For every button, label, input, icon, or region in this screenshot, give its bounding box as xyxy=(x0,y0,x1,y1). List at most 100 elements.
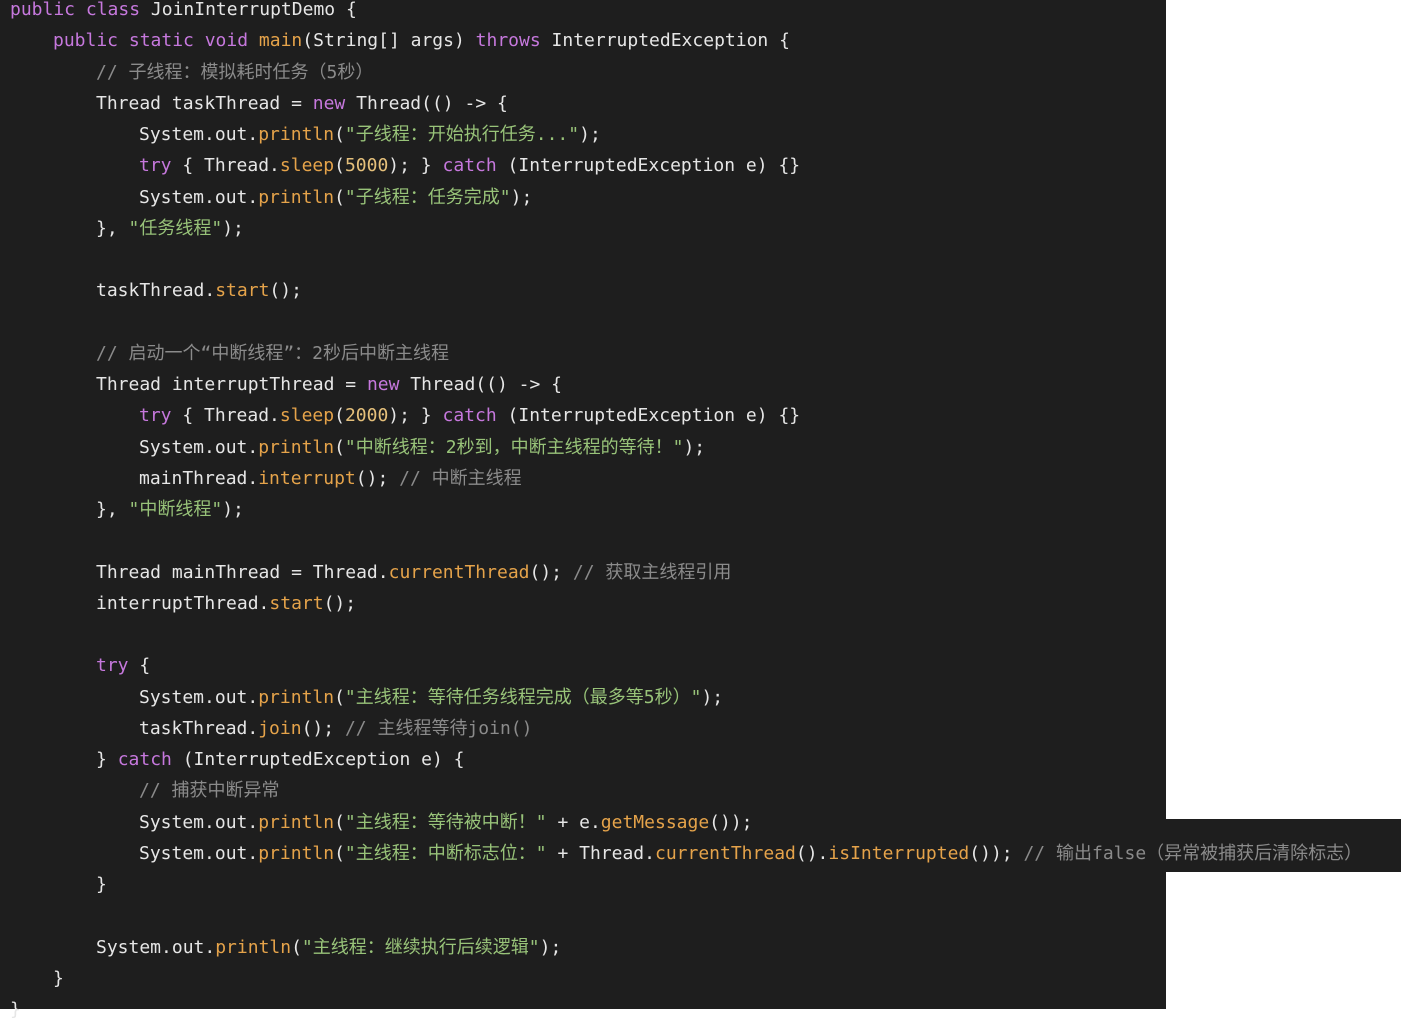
code-token: ( xyxy=(334,405,345,427)
code-token: { Thread. xyxy=(182,405,280,427)
code-line: } catch (InterruptedException e) { xyxy=(96,744,464,775)
code-token: (). xyxy=(795,842,829,864)
code-token: new xyxy=(366,374,411,395)
code-token: isInterrupted xyxy=(828,842,970,864)
code-line: System.out.println("主线程：继续执行后续逻辑"); xyxy=(96,932,561,963)
code-token: println xyxy=(258,842,335,864)
code-line: }, "中断线程"); xyxy=(96,494,244,525)
code-token: ()); xyxy=(709,811,753,833)
code-line: try { xyxy=(96,650,150,681)
code-token: } xyxy=(10,999,21,1020)
code-token: catch xyxy=(442,155,508,177)
code-token: taskThread. xyxy=(139,717,259,739)
code-token: + e. xyxy=(546,811,601,833)
code-line: taskThread.join(); // 主线程等待join() xyxy=(139,713,532,744)
code-token: start xyxy=(215,280,270,302)
code-token: // 捕获中断异常 xyxy=(139,780,280,802)
code-token: } xyxy=(96,874,107,895)
code-line: System.out.println("主线程：等待任务线程完成（最多等5秒）"… xyxy=(139,682,723,713)
code-token: println xyxy=(258,124,335,145)
code-token: // 主线程等待join() xyxy=(344,717,533,739)
code-token: ); xyxy=(579,124,601,145)
code-line: System.out.println("中断线程：2秒到，中断主线程的等待！")… xyxy=(139,432,705,463)
code-token: Thread mainThread = Thread. xyxy=(96,561,389,583)
code-token: getMessage xyxy=(600,811,710,833)
code-token: 2000 xyxy=(344,405,389,427)
code-line: } xyxy=(96,869,107,900)
code-token: ); xyxy=(222,499,244,520)
code-token: JoinInterruptDemo { xyxy=(150,0,357,20)
code-token: main xyxy=(258,30,303,52)
code-token: println xyxy=(258,436,335,458)
code-token: System.out. xyxy=(139,124,259,145)
code-token: try xyxy=(96,655,140,677)
code-token: "主线程：中断标志位：" xyxy=(344,842,547,864)
code-token: taskThread. xyxy=(96,280,216,302)
code-line: System.out.println("子线程：任务完成"); xyxy=(139,182,532,213)
code-token: catch xyxy=(117,749,183,770)
code-token: println xyxy=(258,686,335,708)
code-token: { xyxy=(139,655,151,677)
code-token: (); xyxy=(323,592,357,614)
code-token: join xyxy=(258,717,302,739)
code-token: "子线程：任务完成" xyxy=(344,186,511,208)
code-token: throws xyxy=(475,30,552,52)
code-token: println xyxy=(258,811,335,833)
code-token: "任务线程" xyxy=(128,217,223,239)
code-token: // 启动一个“中断线程”：2秒后中断主线程 xyxy=(96,342,450,364)
code-token: ); xyxy=(222,217,244,239)
code-token: { Thread. xyxy=(182,155,280,177)
code-token: ( xyxy=(334,686,345,708)
code-token: ( xyxy=(291,936,302,958)
code-block[interactable]: public class JoinInterruptDemo {public s… xyxy=(0,0,1408,1020)
code-token: InterruptedException { xyxy=(551,30,790,52)
code-line: Thread interruptThread = new Thread(() -… xyxy=(96,369,562,400)
code-token: ( xyxy=(334,842,345,864)
code-token: "主线程：继续执行后续逻辑" xyxy=(301,936,540,958)
code-line: mainThread.interrupt(); // 中断主线程 xyxy=(139,463,522,494)
code-token: ); xyxy=(539,936,562,958)
code-token: sleep xyxy=(279,405,335,427)
code-line: // 子线程：模拟耗时任务（5秒） xyxy=(96,57,373,88)
code-token: currentThread xyxy=(654,842,796,864)
code-line: try { Thread.sleep(5000); } catch (Inter… xyxy=(139,150,800,181)
code-token: "主线程：等待被中断！" xyxy=(344,811,547,833)
code-line: System.out.println("主线程：中断标志位：" + Thread… xyxy=(139,838,1362,869)
code-token: 5000 xyxy=(344,155,389,177)
code-token: public static void xyxy=(53,30,259,52)
code-token: // 输出false（异常被捕获后清除标志） xyxy=(1023,842,1363,864)
code-token: "子线程：开始执行任务..." xyxy=(344,124,580,145)
code-token: ); xyxy=(701,686,724,708)
code-line: System.out.println("主线程：等待被中断！" + e.getM… xyxy=(139,807,753,838)
code-token: + Thread. xyxy=(546,842,655,864)
code-token: println xyxy=(215,936,292,958)
code-line: } xyxy=(53,963,64,994)
code-token: ); xyxy=(683,436,706,458)
code-line: public static void main(String[] args) t… xyxy=(53,25,790,56)
code-token: try xyxy=(139,155,183,177)
code-token: Thread(() -> { xyxy=(410,374,563,395)
code-line: Thread mainThread = Thread.currentThread… xyxy=(96,557,731,588)
code-line: try { Thread.sleep(2000); } catch (Inter… xyxy=(139,400,800,431)
code-token: try xyxy=(139,405,183,427)
code-token: // 获取主线程引用 xyxy=(572,561,732,583)
code-token: ); } xyxy=(388,155,443,177)
code-token: Thread(() -> { xyxy=(356,92,508,114)
code-token: ( xyxy=(334,155,345,177)
code-token: ( xyxy=(334,811,345,833)
code-token: "主线程：等待任务线程完成（最多等5秒）" xyxy=(344,686,702,708)
code-line: public class JoinInterruptDemo { xyxy=(10,0,357,25)
code-token: public class xyxy=(10,0,151,20)
code-line: taskThread.start(); xyxy=(96,275,302,306)
code-token: start xyxy=(269,592,324,614)
code-token: ( xyxy=(334,186,345,208)
code-line: Thread taskThread = new Thread(() -> { xyxy=(96,88,508,119)
code-token: ); xyxy=(510,186,533,208)
code-token: System.out. xyxy=(96,936,216,958)
code-token: (); xyxy=(529,561,573,583)
code-token: (InterruptedException e) {} xyxy=(507,405,801,427)
code-token: System.out. xyxy=(139,436,259,458)
code-token: (); xyxy=(269,280,302,302)
code-line: System.out.println("子线程：开始执行任务..."); xyxy=(139,119,601,150)
code-token: "中断线程：2秒到，中断主线程的等待！" xyxy=(344,436,684,458)
